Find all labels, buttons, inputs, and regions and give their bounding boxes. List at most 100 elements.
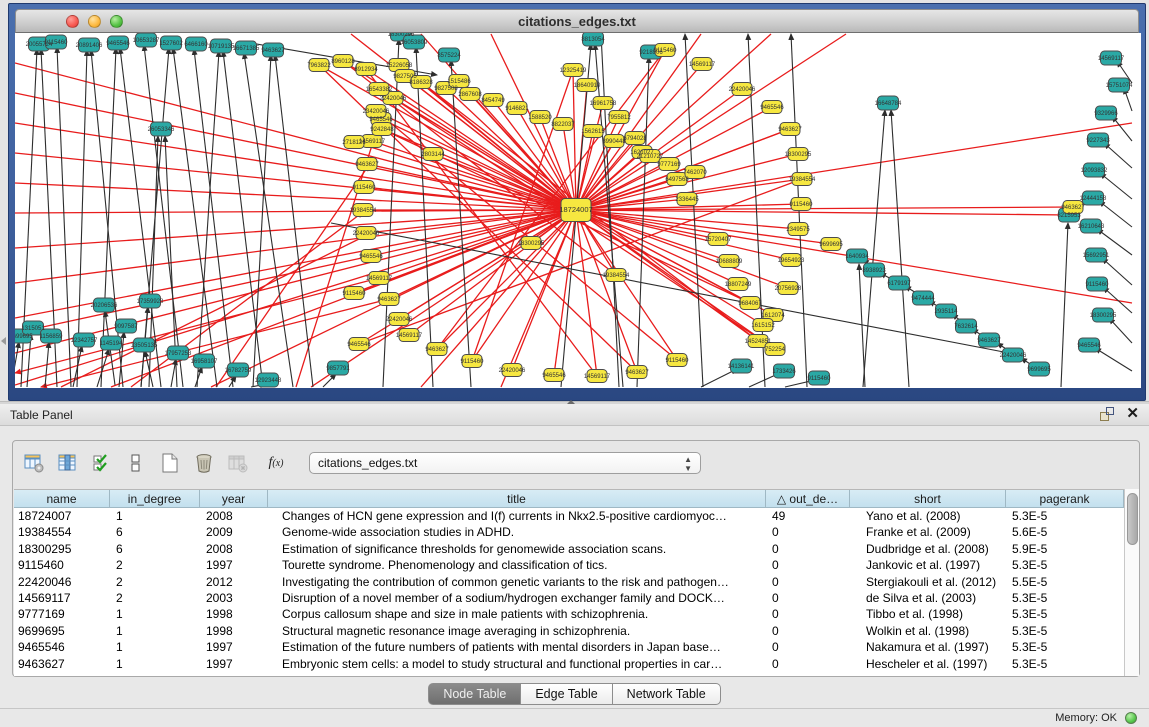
- table-selector-dropdown[interactable]: citations_edges.txt ▲▼: [309, 452, 701, 474]
- function-builder-button[interactable]: f(x): [261, 452, 291, 474]
- table-row[interactable]: 1456911722003Disruption of a novel membe…: [14, 590, 1139, 606]
- svg-text:1612074: 1612074: [761, 313, 785, 319]
- collapse-left-panel-icon[interactable]: [1, 337, 6, 345]
- svg-text:2349575: 2349575: [786, 227, 810, 233]
- table-vertical-scrollbar[interactable]: [1124, 489, 1139, 676]
- column-header-out_de[interactable]: △ out_de…: [766, 490, 850, 507]
- svg-text:15226058: 15226058: [386, 63, 413, 69]
- table-container: f(x) citations_edges.txt ▲▼ namein_degre…: [12, 440, 1140, 677]
- table-cell: Stergiakouli et al. (2012): [850, 574, 1006, 590]
- table-cell: de Silva et al. (2003): [850, 590, 1006, 606]
- column-header-name[interactable]: name: [14, 490, 110, 507]
- svg-text:1733426: 1733426: [772, 369, 796, 375]
- svg-text:10719135: 10719135: [208, 44, 235, 50]
- svg-text:15751074: 15751074: [1106, 83, 1133, 89]
- svg-text:14569117: 14569117: [396, 333, 423, 339]
- svg-text:9242848: 9242848: [370, 127, 394, 133]
- svg-text:10653287: 10653287: [133, 38, 160, 44]
- table-cell: Changes of HCN gene expression and I(f) …: [268, 508, 766, 524]
- table-row[interactable]: 1830029562008Estimation of significance …: [14, 541, 1139, 557]
- table-cell: 2: [110, 557, 200, 573]
- svg-text:10688809: 10688809: [716, 259, 743, 265]
- svg-text:16053809: 16053809: [401, 40, 428, 46]
- svg-text:18640910: 18640910: [574, 83, 601, 89]
- table-cell: 1997: [200, 656, 268, 672]
- delete-button[interactable]: [193, 452, 215, 474]
- network-canvas[interactable]: 2005572491154602089140694655461065328715…: [15, 33, 1141, 388]
- svg-text:1515486: 1515486: [447, 79, 471, 85]
- column-header-year[interactable]: year: [200, 490, 268, 507]
- column-header-title[interactable]: title: [268, 490, 766, 507]
- column-header-short[interactable]: short: [850, 490, 1006, 507]
- show-column-button[interactable]: [57, 452, 79, 474]
- close-panel-icon[interactable]: ✕: [1126, 407, 1139, 421]
- table-cell: 5.5E-5: [1006, 574, 1124, 590]
- svg-text:14569117: 14569117: [584, 374, 611, 380]
- svg-text:18300295: 18300295: [785, 152, 812, 158]
- window-minimize-button[interactable]: [88, 15, 101, 28]
- svg-text:21210727: 21210727: [637, 154, 664, 160]
- svg-text:18724007: 18724007: [559, 205, 592, 214]
- table-row[interactable]: 1938455462009Genome-wide association stu…: [14, 524, 1139, 540]
- table-cell: 5.3E-5: [1006, 508, 1124, 524]
- svg-text:16543382: 16543382: [366, 87, 393, 93]
- svg-text:9115460: 9115460: [461, 359, 485, 365]
- table-row[interactable]: 946362711997Embryonic stem cells: a mode…: [14, 656, 1139, 672]
- svg-text:1562615: 1562615: [581, 129, 605, 135]
- table-cell: Dudbridge et al. (2008): [850, 541, 1006, 557]
- table-cell: Genome-wide association studies in ADHD.: [268, 524, 766, 540]
- table-mode-button[interactable]: [23, 452, 45, 474]
- select-columns-button[interactable]: [91, 452, 113, 474]
- svg-text:16210643: 16210643: [1078, 224, 1105, 230]
- svg-text:8215953: 8215953: [1057, 213, 1081, 219]
- table-row[interactable]: 977716911998Corpus callosum shape and si…: [14, 606, 1139, 622]
- table-cell: 9463627: [14, 656, 110, 672]
- table-row[interactable]: 1872400712008Changes of HCN gene express…: [14, 508, 1139, 524]
- svg-text:9115460: 9115460: [45, 40, 69, 46]
- network-view-window[interactable]: citations_edges.txt 20055724911546020891…: [8, 3, 1146, 401]
- svg-text:8454749: 8454749: [481, 98, 505, 104]
- row-height-button[interactable]: [125, 452, 147, 474]
- window-zoom-button[interactable]: [110, 15, 123, 28]
- network-window-titlebar[interactable]: citations_edges.txt: [15, 9, 1139, 33]
- svg-text:19384554: 19384554: [789, 177, 816, 183]
- tab-node-table[interactable]: Node Table: [428, 683, 521, 705]
- column-header-in_degree[interactable]: in_degree: [110, 490, 200, 507]
- table-cell: 1997: [200, 557, 268, 573]
- table-cell: 1998: [200, 606, 268, 622]
- svg-text:16648784: 16648784: [875, 101, 902, 107]
- svg-text:8822037: 8822037: [551, 122, 575, 128]
- table-cell: 18300295: [14, 541, 110, 557]
- table-cell: 0: [766, 639, 850, 655]
- svg-text:22420046: 22420046: [499, 368, 526, 374]
- svg-text:9463627: 9463627: [1061, 205, 1085, 211]
- table-row[interactable]: 969969511998Structural magnetic resonanc…: [14, 623, 1139, 639]
- table-cell: 2: [110, 590, 200, 606]
- table-selector-value: citations_edges.txt: [318, 456, 417, 470]
- svg-text:9684067: 9684067: [738, 301, 762, 307]
- table-cell: 0: [766, 590, 850, 606]
- scrollbar-thumb[interactable]: [1127, 493, 1138, 545]
- tab-network-table[interactable]: Network Table: [613, 683, 721, 705]
- table-row[interactable]: 946554611997Estimation of the future num…: [14, 639, 1139, 655]
- column-header-pagerank[interactable]: pagerank: [1006, 490, 1124, 507]
- citation-network-graph: 2005572491154602089140694655461065328715…: [15, 33, 1141, 388]
- svg-text:14569117: 14569117: [366, 276, 393, 282]
- svg-text:7462070: 7462070: [683, 170, 707, 176]
- table-cell: Estimation of significance thresholds fo…: [268, 541, 766, 557]
- table-toolbar: f(x) citations_edges.txt ▲▼: [17, 447, 701, 479]
- svg-text:9115460: 9115460: [654, 48, 678, 54]
- table-row[interactable]: 2242004622012Investigating the contribut…: [14, 574, 1139, 590]
- svg-text:6179197: 6179197: [887, 281, 911, 287]
- svg-text:752254: 752254: [765, 347, 786, 353]
- window-close-button[interactable]: [66, 15, 79, 28]
- table-cell: 0: [766, 541, 850, 557]
- tab-edge-table[interactable]: Edge Table: [521, 683, 612, 705]
- svg-text:1156859: 1156859: [40, 334, 64, 340]
- new-file-button[interactable]: [159, 452, 181, 474]
- float-panel-icon[interactable]: [1100, 407, 1114, 421]
- table-row[interactable]: 911546021997Tourette syndrome. Phenomeno…: [14, 557, 1139, 573]
- svg-text:8575224: 8575224: [437, 53, 461, 59]
- table-cell: 2009: [200, 524, 268, 540]
- svg-text:9463627: 9463627: [377, 297, 401, 303]
